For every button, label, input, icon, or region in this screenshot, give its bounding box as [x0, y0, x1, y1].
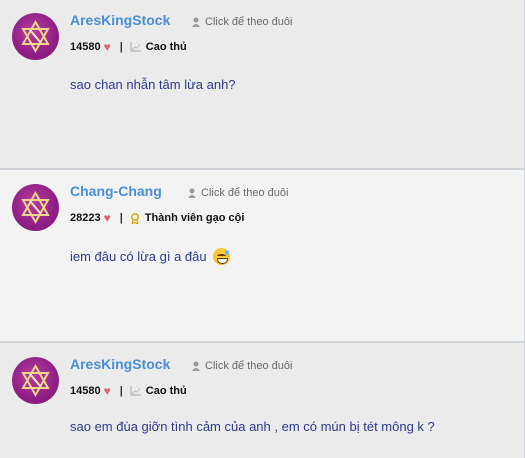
post-message: sao chan nhẫn tâm lừa anh?: [70, 77, 236, 92]
username-link[interactable]: AresKingStock: [70, 356, 170, 372]
sweat-smile-emoji-icon: [213, 248, 231, 265]
follow-button[interactable]: Click để theo đuôi: [192, 360, 292, 372]
brand-logo-icon: [21, 363, 50, 398]
heart-icon: ♥: [103, 384, 111, 398]
post-1: AresKingStock Click để theo đuôi 14580 ♥…: [0, 0, 524, 169]
avatar[interactable]: [12, 357, 59, 404]
avatar[interactable]: [12, 13, 59, 60]
brand-logo-icon: [21, 190, 50, 225]
follow-label: Click để theo đuôi: [205, 360, 293, 372]
post-2: Chang-Chang Click để theo đuôi 28223 ♥ |…: [0, 170, 524, 342]
points-count: 14580: [70, 385, 101, 397]
heart-icon: ♥: [103, 211, 111, 225]
rank-label: Cao thủ: [145, 41, 187, 53]
follow-button[interactable]: Click để theo đuôi: [188, 187, 288, 199]
username-link[interactable]: AresKingStock: [70, 12, 170, 28]
rank-label: Thành viên gạo cội: [144, 212, 245, 224]
post-message: iem đâu có lừa gì a đâu: [70, 248, 231, 265]
stats-separator: |: [119, 212, 123, 224]
chart-icon: [130, 386, 141, 396]
user-stats: 14580 ♥ | Cao thủ: [70, 40, 187, 54]
heart-icon: ♥: [103, 40, 111, 54]
stats-separator: |: [119, 41, 123, 53]
follow-label: Click để theo đuôi: [205, 16, 293, 28]
post-message: sao em đùa giỡn tình cảm của anh , em có…: [70, 419, 435, 434]
user-stats: 14580 ♥ | Cao thủ: [70, 384, 187, 398]
points-count: 28223: [70, 212, 101, 224]
follow-button[interactable]: Click để theo đuôi: [192, 16, 292, 28]
chart-icon: [130, 42, 141, 52]
post-3: AresKingStock Click để theo đuôi 14580 ♥…: [0, 343, 524, 458]
avatar[interactable]: [12, 184, 59, 231]
brand-logo-icon: [21, 19, 50, 54]
rank-label: Cao thủ: [145, 385, 187, 397]
medal-icon: [130, 212, 139, 224]
stats-separator: |: [119, 385, 123, 397]
person-add-icon: [192, 361, 200, 371]
points-count: 14580: [70, 41, 101, 53]
user-stats: 28223 ♥ | Thành viên gạo cội: [70, 211, 244, 225]
person-add-icon: [188, 188, 196, 198]
follow-label: Click để theo đuôi: [201, 187, 289, 199]
person-add-icon: [192, 17, 200, 27]
post-message-text: iem đâu có lừa gì a đâu: [70, 249, 207, 264]
username-link[interactable]: Chang-Chang: [70, 183, 162, 199]
